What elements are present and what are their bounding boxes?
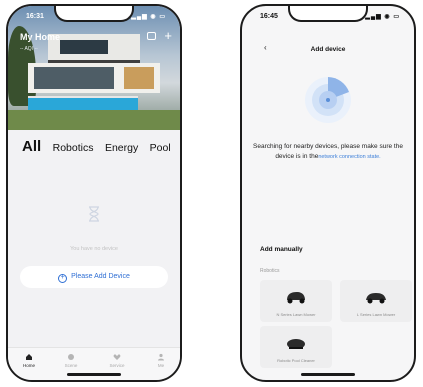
product-name: Robotic Pool Cleaner (277, 358, 315, 363)
add-device-button[interactable]: + Please Add Device (20, 266, 168, 288)
tab-home[interactable]: Home (14, 353, 44, 368)
weather-readout: -- AQI -- (20, 46, 38, 52)
phone-notch (54, 6, 134, 22)
home-name[interactable]: My Home (20, 32, 60, 42)
pool-cleaner-icon (287, 339, 305, 349)
tab-me[interactable]: Me (146, 353, 176, 368)
robotics-section-label: Robotics (260, 268, 280, 274)
house-upper-floor (48, 34, 140, 63)
home-indicator (301, 373, 355, 376)
product-card-pool-cleaner[interactable]: Robotic Pool Cleaner (260, 326, 332, 368)
person-icon (158, 353, 164, 361)
network-state-link[interactable]: network connection state. (318, 154, 380, 160)
status-time: 16:45 (260, 13, 278, 20)
home-indicator (67, 373, 121, 376)
search-status-text: Searching for nearby devices, please mak… (252, 142, 404, 162)
tab-all[interactable]: All (22, 138, 41, 155)
scene-icon (68, 354, 74, 360)
tab-service[interactable]: Service (102, 353, 132, 368)
hourglass-icon (89, 206, 99, 222)
add-device-label: Please Add Device (71, 273, 130, 280)
empty-state-text: You have no device (70, 246, 118, 252)
product-card-n-series[interactable]: N Series Lawn Mower (260, 280, 332, 322)
lawn-mower-icon (287, 292, 305, 304)
product-card-l-series[interactable]: L Series Lawn Mower (340, 280, 412, 322)
house-lower-floor (28, 63, 160, 93)
bottom-tab-bar: Home Scene Service Me (8, 347, 180, 380)
tab-robotics[interactable]: Robotics (53, 142, 94, 154)
home-icon (26, 354, 32, 360)
tab-me-label: Me (157, 363, 165, 368)
tab-service-label: Service (109, 363, 125, 368)
tab-home-label: Home (22, 363, 35, 368)
category-tabs: All Robotics Energy Pool (22, 138, 180, 156)
radar-scan-icon (305, 77, 351, 123)
lawn (8, 110, 180, 130)
tab-pool[interactable]: Pool (150, 142, 171, 154)
tab-scene[interactable]: Scene (56, 353, 86, 368)
phone-add-device-screen: 16:45 ▂▄▆ ◉ ▭ ‹ Add device Searching for… (240, 4, 416, 382)
phone-home-screen: 16:31 ▂▄▆ ◉ ▭ My Home -- AQI -- + All Ro… (6, 4, 182, 382)
status-time: 16:31 (26, 13, 44, 20)
status-icons: ▂▄▆ ◉ ▭ (365, 14, 400, 20)
plus-circle-icon: + (58, 274, 68, 283)
phone-notch (288, 6, 368, 22)
lawn-mower-icon (366, 293, 386, 304)
page-title: Add device (310, 46, 346, 53)
status-icons: ▂▄▆ ◉ ▭ (131, 14, 166, 20)
product-name: L Series Lawn Mower (356, 312, 396, 317)
add-manually-heading: Add manually (260, 246, 303, 253)
add-icon[interactable]: + (164, 28, 172, 43)
message-icon[interactable] (147, 32, 156, 40)
heart-icon (113, 354, 121, 360)
tab-energy[interactable]: Energy (105, 142, 138, 154)
tab-scene-label: Scene (64, 363, 78, 368)
product-name: N Series Lawn Mower (276, 312, 316, 317)
